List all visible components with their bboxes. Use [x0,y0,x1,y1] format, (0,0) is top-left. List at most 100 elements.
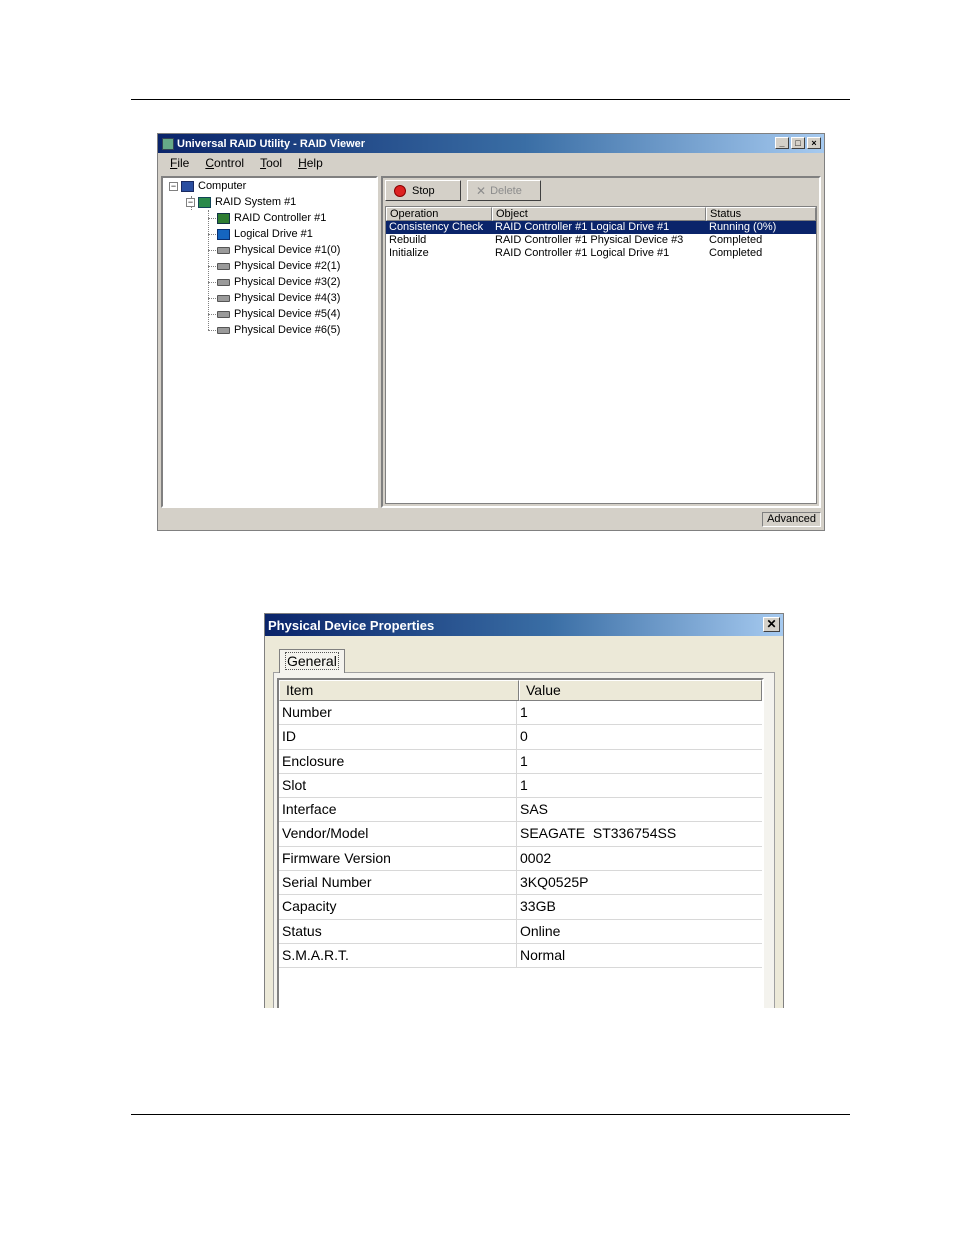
menu-tool[interactable]: Tool [260,156,282,170]
operation-cell: Consistency Check [389,221,484,233]
property-row[interactable]: Slot 1 [279,773,762,799]
value-cell: 1 [520,776,528,793]
menu-control[interactable]: Control [205,156,244,170]
column-header-item[interactable]: Item [279,680,519,701]
app-icon [162,137,174,150]
delete-label: Delete [490,184,522,197]
object-cell: RAID Controller #1 Logical Drive #1 [495,221,670,233]
disk-icon [217,246,230,254]
stop-button[interactable]: Stop [385,180,461,201]
tree-label: Physical Device #5(4) [234,308,341,320]
status-bar: Advanced [158,510,824,530]
value-cell: 1 [520,704,528,720]
properties-grid[interactable]: Item Value Number 1 ID 0 Enclosure 1 Slot 1 … [277,678,764,1008]
raid-system-icon [198,196,211,208]
disk-icon [217,262,230,270]
item-cell: ID [279,725,517,749]
property-row[interactable]: Enclosure 1 [279,749,762,774]
stop-label: Stop [412,184,435,197]
tree-item-physical-device[interactable]: Physical Device #5(4) [217,307,340,321]
operation-row[interactable]: Rebuild RAID Controller #1 Physical Devi… [386,234,816,247]
title-bar: Universal RAID Utility - RAID Viewer _ □… [158,134,824,153]
item-cell: Slot [279,773,517,798]
property-row[interactable]: Vendor/Model SEAGATE ST336754SS [279,822,762,847]
tree-item-physical-device[interactable]: Physical Device #4(3) [217,291,340,305]
logical-drive-icon [217,228,230,240]
operation-row[interactable]: Initialize RAID Controller #1 Logical Dr… [386,247,816,260]
property-row[interactable]: Interface SAS [279,798,762,823]
close-button[interactable]: × [807,137,821,149]
mode-indicator: Advanced [762,512,821,527]
top-rule [131,99,850,100]
tree-label: Computer [198,180,247,192]
tree-item-physical-device[interactable]: Physical Device #1(0) [217,243,340,257]
value-cell: 33GB [520,898,556,915]
tree-label: Physical Device #4(3) [234,292,341,304]
tree-item-physical-device[interactable]: Physical Device #6(5) [217,323,340,337]
tree-label: RAID Controller #1 [234,212,327,224]
disk-icon [217,310,230,318]
property-row[interactable]: Status Online [279,919,762,944]
tab-general[interactable]: General [279,649,345,673]
menu-file[interactable]: File [170,156,189,170]
status-cell: Completed [709,234,763,246]
value-cell: Online [520,922,561,939]
operations-pane: Stop ✕ Delete Operation Object Status Co… [381,176,821,508]
properties-dialog: Physical Device Properties ✕ General Ite… [264,613,784,1008]
operations-list[interactable]: Operation Object Status Consistency Chec… [385,206,817,504]
property-row[interactable]: Serial Number 3KQ0525P [279,871,762,896]
property-row[interactable]: Capacity 33GB [279,895,762,920]
tab-label: General [285,652,339,670]
column-header-value[interactable]: Value [519,680,762,701]
item-cell: Number [279,701,517,725]
disk-icon [217,294,230,302]
item-cell: Serial Number [279,871,517,895]
tree-item-computer[interactable]: − Computer [169,179,246,193]
tree-label: RAID System #1 [215,196,297,208]
menu-help[interactable]: Help [298,156,323,170]
dialog-title: Physical Device Properties [268,617,435,633]
property-row[interactable]: Number 1 [279,701,762,726]
window-title: Universal RAID Utility - RAID Viewer [177,137,366,150]
property-row[interactable]: Firmware Version 0002 [279,846,762,872]
delete-button[interactable]: ✕ Delete [467,180,541,201]
minimize-button[interactable]: _ [775,137,789,149]
raid-viewer-window: Universal RAID Utility - RAID Viewer _ □… [157,133,825,531]
status-cell: Completed [709,247,763,259]
menu-bar: File Control Tool Help [158,153,824,172]
tree-item-physical-device[interactable]: Physical Device #3(2) [217,275,340,289]
value-cell: 1 [520,752,528,769]
maximize-button[interactable]: □ [791,137,805,149]
value-cell: SAS [520,801,549,818]
item-cell: Interface [279,798,517,822]
item-cell: S.M.A.R.T. [279,943,517,968]
tree-label: Physical Device #2(1) [234,260,341,272]
tree-item-raid-system[interactable]: − RAID System #1 [186,195,296,209]
value-cell: SEAGATE ST336754SS [520,825,677,842]
close-icon[interactable]: ✕ [763,617,780,632]
value-cell: 3KQ0525P [520,874,589,891]
dialog-title-bar: Physical Device Properties ✕ [265,614,783,636]
value-cell: 0 [520,728,528,745]
computer-icon [181,180,194,192]
status-cell: Running (0%) [709,221,777,233]
column-header-object[interactable]: Object [492,207,706,221]
column-header-operation[interactable]: Operation [386,207,492,221]
tree-item-logical-drive[interactable]: Logical Drive #1 [217,227,313,241]
object-cell: RAID Controller #1 Logical Drive #1 [495,247,670,259]
toolbar: Stop ✕ Delete [385,180,541,203]
tree-item-controller[interactable]: RAID Controller #1 [217,211,326,225]
tree-item-physical-device[interactable]: Physical Device #2(1) [217,259,340,273]
property-row[interactable]: ID 0 [279,725,762,750]
item-cell: Enclosure [279,749,517,773]
operation-row[interactable]: Consistency Check RAID Controller #1 Log… [386,221,816,234]
collapse-icon[interactable]: − [186,197,195,207]
tree-label: Physical Device #6(5) [234,324,341,336]
collapse-icon[interactable]: − [169,181,178,191]
device-tree[interactable]: − Computer − RAID System #1 RAID Control… [161,176,378,508]
property-row[interactable]: S.M.A.R.T. Normal [279,943,762,969]
operation-cell: Rebuild [389,234,427,246]
item-cell: Status [279,919,517,943]
column-header-status[interactable]: Status [706,207,816,221]
bottom-rule [131,1114,850,1115]
